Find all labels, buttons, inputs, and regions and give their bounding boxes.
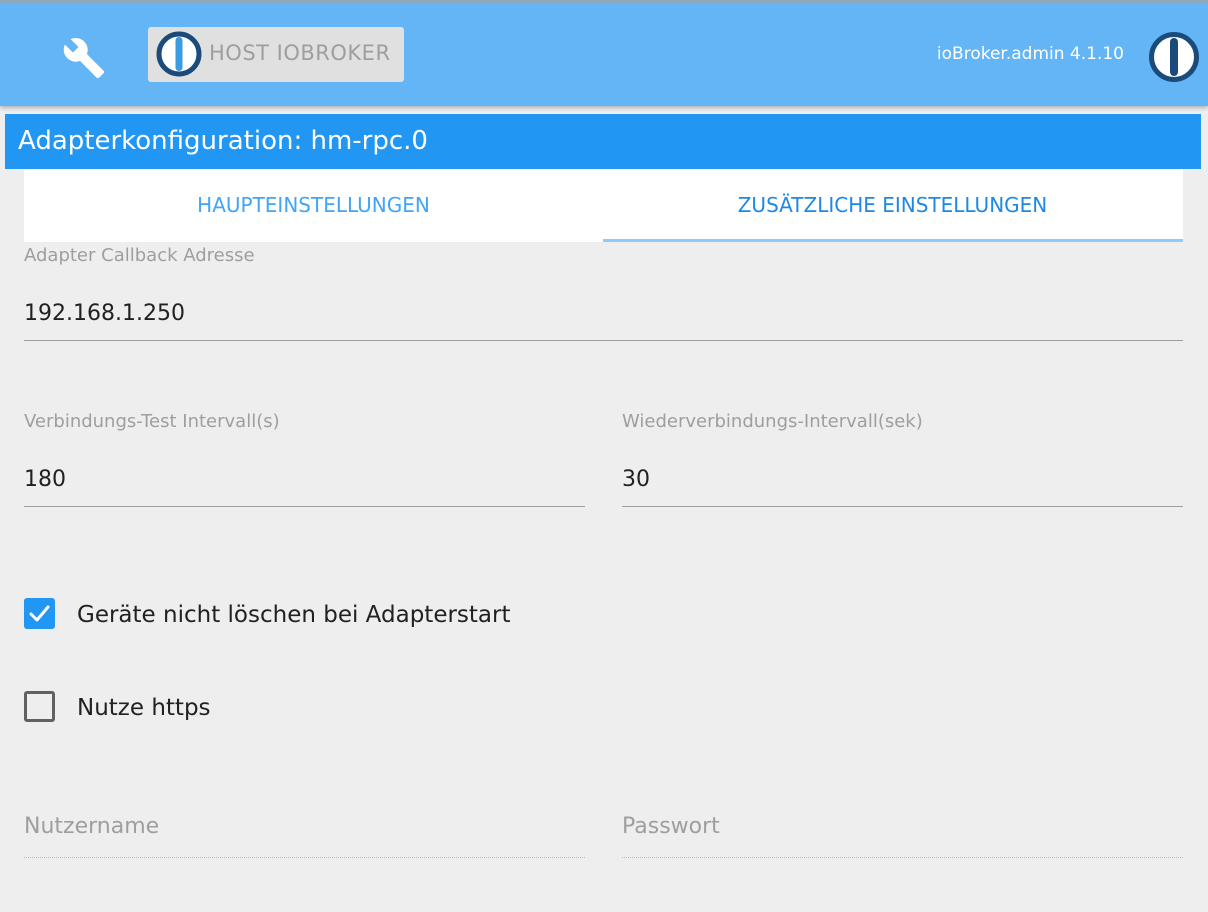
use-https-checkbox[interactable]	[24, 691, 55, 722]
iobroker-logo-icon[interactable]	[1148, 31, 1200, 83]
active-tab-indicator	[603, 239, 1183, 242]
username-input[interactable]	[24, 796, 585, 858]
tab-bar: HAUPTEINSTELLUNGEN ZUSÄTZLICHE EINSTELLU…	[24, 169, 1183, 242]
test-interval-input[interactable]	[24, 452, 585, 507]
reconnect-interval-label: Wiederverbindungs-Intervall(sek)	[622, 411, 923, 432]
dont-delete-devices-label[interactable]: Geräte nicht löschen bei Adapterstart	[77, 602, 511, 628]
test-interval-label: Verbindungs-Test Intervall(s)	[24, 411, 280, 432]
dont-delete-devices-checkbox[interactable]	[24, 598, 55, 629]
checkmark-icon	[29, 605, 50, 622]
wrench-icon[interactable]	[62, 36, 106, 80]
host-label: HOST IOBROKER	[209, 41, 391, 65]
tab-additional-settings[interactable]: ZUSÄTZLICHE EINSTELLUNGEN	[603, 169, 1182, 242]
password-input[interactable]	[622, 796, 1183, 858]
page-title: Adapterkonfiguration: hm-rpc.0	[5, 114, 1201, 169]
callback-address-label: Adapter Callback Adresse	[24, 245, 255, 266]
iobroker-logo-icon	[156, 31, 202, 77]
admin-version: ioBroker.admin 4.1.10	[936, 44, 1124, 64]
host-selector-button[interactable]: HOST IOBROKER	[148, 27, 404, 82]
reconnect-interval-input[interactable]	[622, 452, 1183, 507]
tab-main-settings[interactable]: HAUPTEINSTELLUNGEN	[24, 169, 603, 242]
callback-address-input[interactable]	[24, 286, 1183, 341]
top-app-bar: HOST IOBROKER ioBroker.admin 4.1.10	[0, 0, 1208, 106]
use-https-label[interactable]: Nutze https	[77, 695, 211, 721]
